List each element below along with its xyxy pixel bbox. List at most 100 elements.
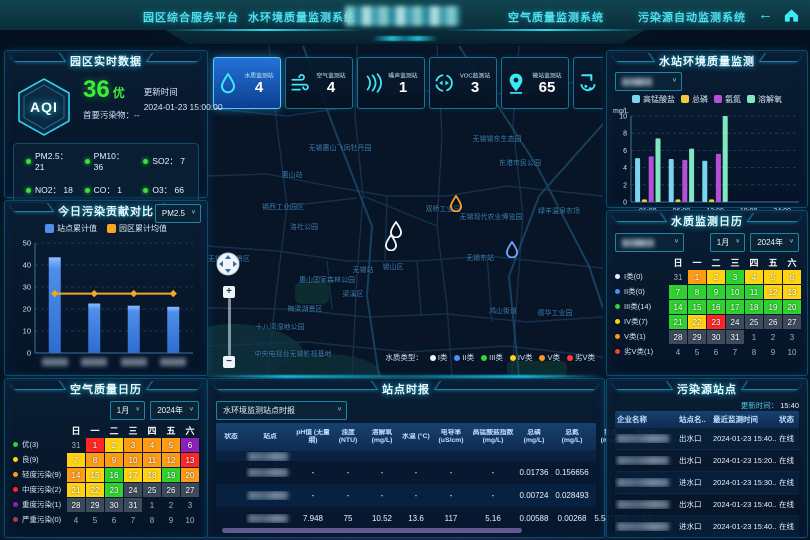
calendar-day[interactable]: 14 (67, 468, 85, 482)
calendar-day[interactable]: 11 (143, 453, 161, 467)
calendar-day[interactable]: 4 (67, 513, 85, 527)
calendar-day[interactable]: 6 (105, 513, 123, 527)
station-button-factory-discharge[interactable]: 污染源监测6 (573, 57, 603, 109)
station-button-voc-gauge[interactable]: VOC监测站3 (429, 57, 497, 109)
table-row[interactable]: 出水口2024-01-23 15:20...在线 (615, 450, 799, 472)
calendar-day[interactable]: 1 (745, 330, 763, 344)
calendar-day[interactable]: 12 (162, 453, 180, 467)
calendar-day[interactable]: 26 (162, 483, 180, 497)
nav-item-park-platform[interactable]: 园区综合服务平台 (143, 9, 239, 25)
calendar-day[interactable]: 16 (105, 468, 123, 482)
calendar-day[interactable]: 2 (707, 270, 725, 284)
calendar-day[interactable]: 25 (745, 315, 763, 329)
calendar-day[interactable]: 3 (124, 438, 142, 452)
calendar-day[interactable]: 17 (124, 468, 142, 482)
month-select[interactable]: 1月 (110, 401, 145, 420)
calendar-day[interactable]: 7 (124, 513, 142, 527)
calendar-day[interactable]: 21 (67, 483, 85, 497)
station-button-noise-wave[interactable]: 噪声监测站1 (357, 57, 425, 109)
table-row[interactable] (216, 451, 596, 461)
calendar-day[interactable]: 13 (783, 285, 801, 299)
calendar-day[interactable]: 10 (124, 453, 142, 467)
calendar-day[interactable]: 22 (86, 483, 104, 497)
table-row[interactable]: 进水口2024-01-23 15:40...在线 (615, 516, 799, 538)
calendar-day[interactable]: 23 (707, 315, 725, 329)
station-button-water-drop[interactable]: 水质监测站4 (213, 57, 281, 109)
chart-legend-item[interactable]: 氨氮 (714, 94, 741, 105)
table-row[interactable]: ------0.017360.156656-- (216, 461, 596, 484)
calendar-day[interactable]: 30 (105, 498, 123, 512)
station-select[interactable] (615, 72, 682, 91)
table-row[interactable]: 7.9487510.5213.61175.160.005880.002685.5… (216, 507, 596, 530)
year-select[interactable]: 2024年 (150, 401, 199, 420)
calendar-day[interactable]: 13 (181, 453, 199, 467)
calendar-day[interactable]: 15 (688, 300, 706, 314)
horizontal-scrollbar[interactable] (222, 528, 522, 533)
calendar-day[interactable]: 1 (688, 270, 706, 284)
calendar-day[interactable]: 24 (726, 315, 744, 329)
calendar-day[interactable]: 11 (745, 285, 763, 299)
calendar-day[interactable]: 9 (707, 285, 725, 299)
calendar-day[interactable]: 31 (67, 438, 85, 452)
station-button-air-flow[interactable]: 空气监测站4 (285, 57, 353, 109)
calendar-day[interactable]: 6 (783, 270, 801, 284)
calendar-day[interactable]: 25 (143, 483, 161, 497)
home-icon[interactable] (783, 7, 800, 24)
zoom-slider[interactable] (228, 298, 231, 356)
calendar-day[interactable]: 27 (181, 483, 199, 497)
calendar-day[interactable]: 10 (181, 513, 199, 527)
calendar-day[interactable]: 18 (745, 300, 763, 314)
chart-legend-item[interactable]: 总磷 (681, 94, 708, 105)
water-station-marker[interactable] (450, 195, 463, 217)
calendar-day[interactable]: 9 (764, 345, 782, 359)
station-select[interactable] (615, 233, 684, 252)
calendar-day[interactable]: 24 (124, 483, 142, 497)
calendar-day[interactable]: 21 (669, 315, 687, 329)
water-station-marker[interactable] (506, 241, 519, 263)
calendar-day[interactable]: 1 (143, 498, 161, 512)
calendar-day[interactable]: 17 (726, 300, 744, 314)
calendar-day[interactable]: 16 (707, 300, 725, 314)
calendar-day[interactable]: 2 (162, 498, 180, 512)
calendar-day[interactable]: 23 (105, 483, 123, 497)
calendar-day[interactable]: 5 (86, 513, 104, 527)
calendar-day[interactable]: 26 (764, 315, 782, 329)
zoom-in-button[interactable]: + (223, 286, 235, 298)
calendar-day[interactable]: 3 (783, 330, 801, 344)
calendar-day[interactable]: 9 (162, 513, 180, 527)
nav-item-air-system[interactable]: 空气质量监测系统 (508, 9, 604, 25)
pollutant-select[interactable]: PM2.5 (155, 204, 201, 223)
calendar-day[interactable]: 28 (67, 498, 85, 512)
calendar-day[interactable]: 3 (181, 498, 199, 512)
chart-legend-item[interactable]: 高锰酸盐 (632, 94, 675, 105)
calendar-day[interactable]: 31 (124, 498, 142, 512)
calendar-day[interactable]: 22 (688, 315, 706, 329)
calendar-day[interactable]: 7 (726, 345, 744, 359)
station-button-location-pin[interactable]: 微站监测站65 (501, 57, 569, 109)
report-type-select[interactable]: 水环境监测站点时报 (216, 401, 347, 420)
calendar-day[interactable]: 5 (162, 438, 180, 452)
chart-legend-item[interactable]: 站点累计值 (45, 223, 97, 234)
calendar-day[interactable]: 31 (726, 330, 744, 344)
calendar-day[interactable]: 7 (669, 285, 687, 299)
calendar-day[interactable]: 2 (105, 438, 123, 452)
calendar-day[interactable]: 2 (764, 330, 782, 344)
month-select[interactable]: 1月 (710, 233, 745, 252)
calendar-day[interactable]: 19 (764, 300, 782, 314)
calendar-day[interactable]: 10 (783, 345, 801, 359)
calendar-day[interactable]: 8 (688, 285, 706, 299)
calendar-day[interactable]: 15 (86, 468, 104, 482)
table-row[interactable]: 出水口2024-01-23 15:40...在线 (615, 428, 799, 450)
nav-item-pollution-system[interactable]: 污染源自动监测系统 (638, 9, 746, 25)
calendar-day[interactable]: 8 (143, 513, 161, 527)
calendar-day[interactable]: 9 (105, 453, 123, 467)
calendar-day[interactable]: 29 (86, 498, 104, 512)
chart-legend-item[interactable]: 园区累计均值 (107, 223, 167, 234)
calendar-day[interactable]: 5 (764, 270, 782, 284)
year-select[interactable]: 2024年 (750, 233, 799, 252)
table-row[interactable]: 进水口2024-01-23 15:30...在线 (615, 472, 799, 494)
calendar-day[interactable]: 10 (726, 285, 744, 299)
calendar-day[interactable]: 4 (745, 270, 763, 284)
calendar-day[interactable]: 14 (669, 300, 687, 314)
water-station-marker[interactable] (385, 234, 398, 256)
